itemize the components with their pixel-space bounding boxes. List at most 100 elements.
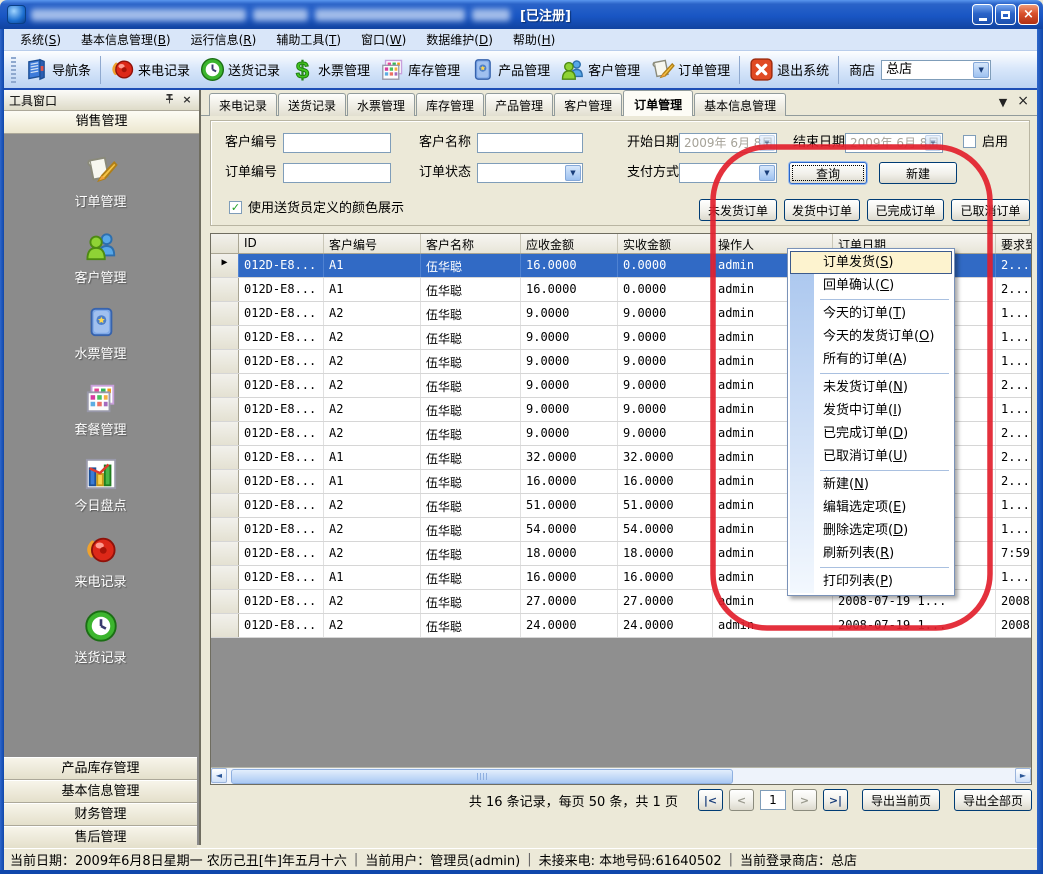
context-menu-item[interactable]: 编辑选定项(E) [790,496,952,519]
tab-list-dropdown-icon[interactable]: ▼ [999,96,1007,109]
toolbar-button[interactable]: 客户管理 [555,54,645,86]
context-menu-item[interactable]: 新建(N) [790,473,952,496]
last-page-button[interactable]: >| [823,789,848,811]
pay-method-select[interactable]: ▼ [679,163,777,183]
horizontal-scrollbar: ◄ ► [211,767,1031,784]
toolbar-separator [100,56,101,84]
sidebar-item[interactable]: 水票管理 [4,305,197,381]
menu-bar: 系统(S)基本信息管理(B)运行信息(R)辅助工具(T)窗口(W)数据维护(D)… [4,29,1037,51]
new-button[interactable]: 新建 [879,162,957,184]
column-header[interactable]: 客户名称 [421,234,521,253]
column-header[interactable]: ID [239,234,324,253]
order-no-input[interactable] [283,163,391,183]
context-menu-item[interactable]: 今天的发货订单(O) [790,325,952,348]
toolbar-button[interactable]: $ 水票管理 [285,54,375,86]
scrollbar-thumb[interactable] [231,769,733,784]
toolbar-button[interactable]: 送货记录 [195,54,285,86]
menubar-item[interactable]: 帮助(H) [503,29,565,50]
toolbar-button[interactable]: 产品管理 [465,54,555,86]
tab[interactable]: 来电记录 [209,93,277,116]
customer-name-input[interactable] [477,133,583,153]
toolbar-button[interactable]: 导航条 [19,54,96,86]
menubar-item[interactable]: 数据维护(D) [416,29,503,50]
context-menu-item[interactable]: 已取消订单(U) [790,445,952,468]
tab[interactable]: 基本信息管理 [694,93,786,116]
context-menu-item[interactable]: 发货中订单(I) [790,399,952,422]
status-filter-button[interactable]: 已取消订单 [951,199,1030,221]
column-header[interactable]: 要求到货日期 [996,234,1032,253]
order-pen-icon [84,153,118,187]
menubar-item[interactable]: 系统(S) [10,29,71,50]
status-filter-button[interactable]: 已完成订单 [867,199,944,221]
first-page-button[interactable]: |< [698,789,723,811]
export-all-pages-button[interactable]: 导出全部页 [954,789,1032,811]
sidebar-item[interactable]: 今日盘点 [4,457,197,533]
status-filter-button[interactable]: 发货中订单 [784,199,860,221]
maximize-button[interactable] [995,4,1016,25]
context-menu-item[interactable]: 订单发货(S) [790,251,952,274]
context-menu-item[interactable]: 打印列表(P) [790,570,952,593]
close-tab-icon[interactable]: × [1017,96,1029,109]
tab[interactable]: 库存管理 [416,93,484,116]
sidebar-item[interactable]: 订单管理 [4,153,197,229]
pin-icon[interactable] [162,93,176,107]
toolbar-button-label: 产品管理 [498,60,550,79]
sidebar-section[interactable]: 基本信息管理 [4,780,197,803]
tab[interactable]: 水票管理 [347,93,415,116]
page-number-input[interactable] [760,790,786,810]
export-current-page-button[interactable]: 导出当前页 [862,789,940,811]
use-courier-color-checkbox[interactable]: ✓ [229,201,242,214]
tab[interactable]: 客户管理 [554,93,622,116]
context-menu-item[interactable]: 已完成订单(D) [790,422,952,445]
cell-required_date: 1... [996,566,1032,589]
enable-checkbox[interactable] [963,135,976,148]
sidebar-item[interactable]: 套餐管理 [4,381,197,457]
toolbar-button[interactable]: 来电记录 [105,54,195,86]
scroll-right-icon[interactable]: ► [1015,768,1031,783]
query-button[interactable]: 查询 [789,162,867,184]
row-selector-cell [211,470,239,493]
context-menu-item[interactable]: 今天的订单(T) [790,302,952,325]
context-menu-item[interactable]: 删除选定项(D) [790,519,952,542]
tab[interactable]: 送货记录 [278,93,346,116]
table-row[interactable]: 012D-E8...A2伍华聪24.000024.0000admin2008-0… [211,614,1032,638]
customer-no-input[interactable] [283,133,391,153]
toolbar-button[interactable]: 库存管理 [375,54,465,86]
cell-customer_no: A1 [324,254,421,277]
menubar-item[interactable]: 辅助工具(T) [266,29,351,50]
close-icon[interactable]: × [180,93,194,107]
tab[interactable]: 产品管理 [485,93,553,116]
status-filter-button[interactable]: 未发货订单 [699,199,777,221]
toolbar-button[interactable]: 订单管理 [645,54,735,86]
cell-customer_no: A2 [324,398,421,421]
minimize-button[interactable] [972,4,993,25]
shop-select[interactable]: 总店 ▼ [881,60,991,80]
sidebar-section[interactable]: 财务管理 [4,803,197,826]
sidebar-section[interactable]: 产品库存管理 [4,757,197,780]
scroll-left-icon[interactable]: ◄ [211,768,227,783]
context-menu-item[interactable]: 刷新列表(R) [790,542,952,565]
tab[interactable]: 订单管理 [623,90,693,116]
sidebar-section[interactable]: 售后管理 [4,826,197,849]
column-header[interactable]: 应收金额 [521,234,618,253]
sidebar-item[interactable]: 送货记录 [4,609,197,685]
context-menu-item[interactable]: 回单确认(C) [790,274,952,297]
context-menu-item[interactable]: 所有的订单(A) [790,348,952,371]
menubar-item[interactable]: 窗口(W) [351,29,416,50]
customer-people-icon [560,57,585,82]
sidebar-item[interactable]: 客户管理 [4,229,197,305]
column-header[interactable]: 客户编号 [324,234,421,253]
menubar-item[interactable]: 基本信息管理(B) [71,29,181,50]
sidebar-section-sales[interactable]: 销售管理 [4,111,199,134]
sidebar-item[interactable]: 来电记录 [4,533,197,609]
order-status-select[interactable]: ▼ [477,163,583,183]
context-menu-item[interactable]: 未发货订单(N) [790,376,952,399]
tab-strip: 来电记录送货记录水票管理库存管理产品管理客户管理订单管理基本信息管理 ▼ × [201,90,1037,116]
close-button[interactable]: × [1018,4,1039,25]
column-header[interactable]: 实收金额 [618,234,713,253]
prev-page-button[interactable]: < [729,789,754,811]
menubar-item[interactable]: 运行信息(R) [181,29,267,50]
next-page-button[interactable]: > [792,789,817,811]
toolbar-button[interactable]: 退出系统 [744,54,834,86]
row-selector-cell [211,398,239,421]
